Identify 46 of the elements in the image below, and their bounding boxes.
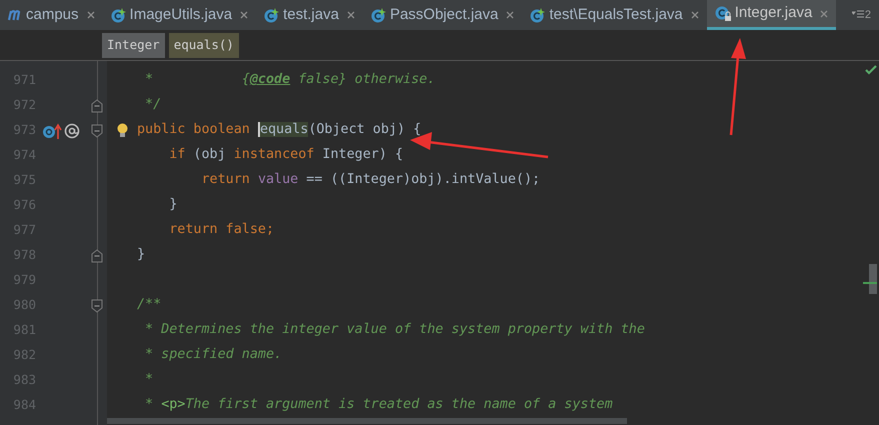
breadcrumb[interactable]: Integer: [102, 33, 165, 58]
editor-tab[interactable]: Integer.java: [706, 0, 836, 30]
scrollbar-thumb[interactable]: [869, 264, 877, 294]
at-sign-icon[interactable]: [64, 122, 80, 138]
locked-class-icon: [714, 6, 731, 21]
code-line: if (obj instanceof Integer) {: [168, 146, 404, 164]
hidden-tabs-count: 2: [864, 8, 871, 23]
class-icon: [530, 8, 546, 22]
change-marker: [863, 282, 877, 284]
class-icon: [370, 8, 386, 22]
check-icon: [865, 65, 877, 75]
tab-list-icon[interactable]: [852, 10, 864, 20]
fold-marker-icon[interactable]: [91, 298, 104, 312]
editor-tab[interactable]: ImageUtils.java: [102, 0, 256, 30]
fold-marker-icon[interactable]: [91, 124, 104, 138]
close-icon[interactable]: [346, 11, 355, 19]
editor-tab[interactable]: test.java: [256, 0, 363, 30]
fold-marker-icon[interactable]: [91, 98, 104, 112]
code-line: public boolean equals(Object obj) {: [137, 121, 422, 140]
breadcrumb[interactable]: equals(): [168, 33, 239, 58]
fold-marker-icon[interactable]: [91, 248, 104, 262]
close-icon[interactable]: [506, 11, 514, 19]
code-line: return value == ((Integer)obj).intValue();: [200, 171, 540, 190]
editor-tab[interactable]: campus: [0, 0, 103, 30]
override-method-icon[interactable]: [42, 122, 62, 138]
code-line: return false;: [168, 221, 274, 240]
close-icon[interactable]: [820, 10, 828, 18]
close-icon[interactable]: [86, 11, 95, 19]
editor-tab[interactable]: PassObject.java: [362, 0, 522, 30]
class-icon: [110, 8, 126, 22]
code-line: * {@code false} otherwise.: [144, 71, 436, 90]
horizontal-scrollbar[interactable]: [107, 418, 627, 424]
code-line: * <p>The first argument is treated as the name of a system: [144, 396, 613, 414]
lightbulb-icon[interactable]: [117, 123, 128, 138]
code-line: * Determines the integer value of the system property with the: [144, 321, 645, 340]
code-line: }: [168, 196, 178, 214]
editor-tab[interactable]: test\EqualsTest.java: [522, 0, 707, 30]
code-line: /**: [137, 296, 162, 314]
class-icon: [264, 8, 280, 22]
code-line: * specified name.: [144, 346, 282, 364]
code-line: }: [137, 246, 146, 264]
code-line: *: [144, 371, 154, 390]
code-line: */: [144, 96, 162, 114]
close-icon[interactable]: [690, 11, 699, 19]
module-icon: [8, 9, 22, 21]
close-icon[interactable]: [240, 11, 248, 19]
